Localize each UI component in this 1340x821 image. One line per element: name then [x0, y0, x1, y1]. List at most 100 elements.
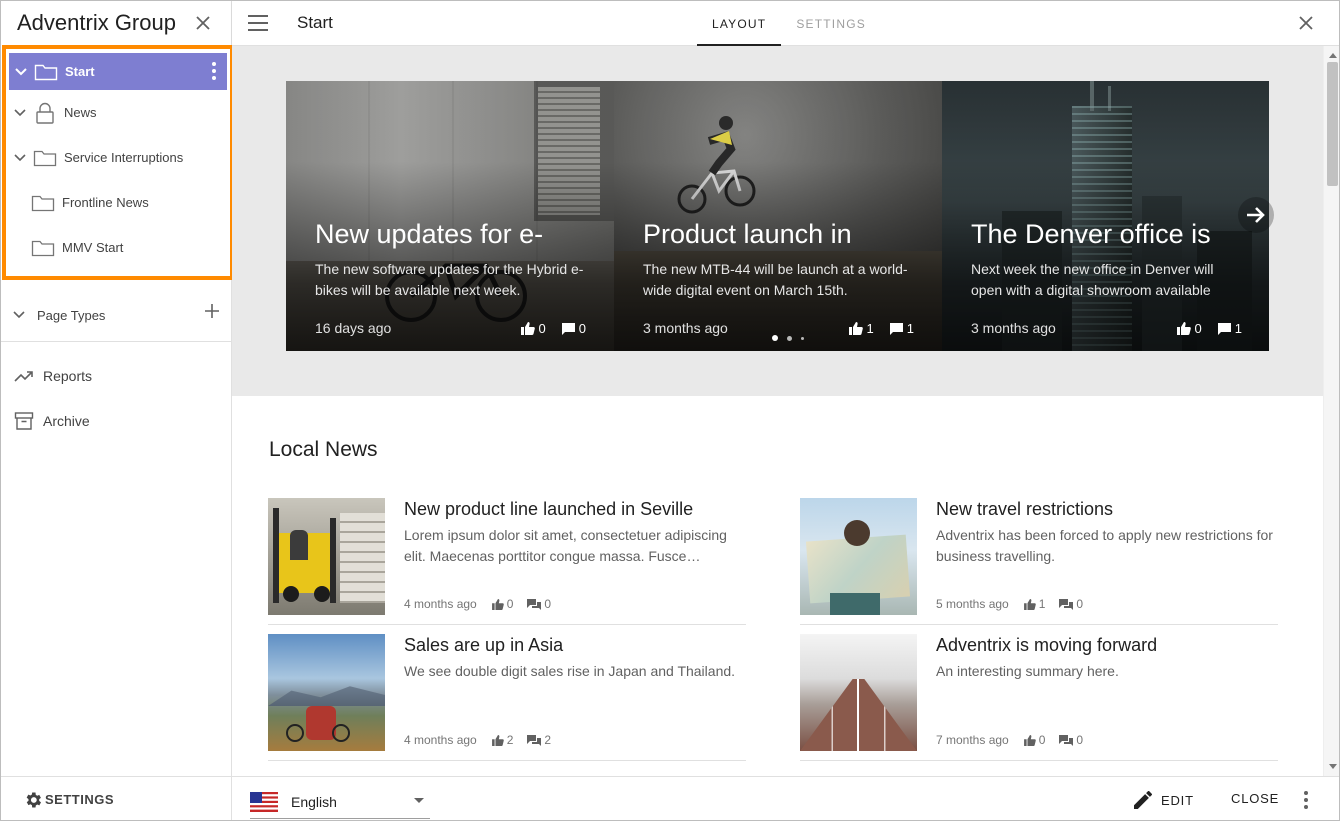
carousel-slide[interactable]: The Denver office is Next week the new o… [942, 81, 1269, 351]
sidebar-close-button[interactable] [191, 11, 215, 35]
thumbs-up-icon[interactable] [491, 734, 504, 746]
tree-item-news[interactable]: News [6, 90, 230, 135]
language-select[interactable]: English [250, 785, 430, 819]
slide-shade [286, 81, 614, 351]
news-item[interactable]: Adventrix is moving forward An interesti… [800, 634, 1278, 761]
thumbs-up-icon[interactable] [1023, 598, 1036, 610]
comment-count: 0 [544, 597, 552, 611]
scroll-up-arrow-icon[interactable] [1329, 53, 1337, 58]
carousel-slide[interactable]: Product launch in The new MTB-44 will be… [614, 81, 942, 351]
tree-item-service-interruptions[interactable]: Service Interruptions [6, 135, 230, 180]
scroll-thumb[interactable] [1327, 62, 1338, 186]
news-thumbnail [800, 634, 917, 751]
sidebar-links: Reports Archive [1, 353, 232, 443]
tree-item-start[interactable]: Start [9, 53, 227, 90]
like-count: 1 [1038, 597, 1046, 611]
news-carousel: New updates for e- The new software upda… [286, 81, 1269, 351]
chevron-down-icon[interactable] [8, 108, 32, 117]
news-item[interactable]: New travel restrictions Adventrix has be… [800, 498, 1278, 625]
comments-icon[interactable] [1059, 598, 1074, 610]
plus-icon [205, 304, 219, 318]
slide-summary: The new software updates for the Hybrid … [315, 261, 584, 298]
sidebar-title: Adventrix Group [17, 10, 176, 35]
tab-layout[interactable]: LAYOUT [697, 1, 782, 46]
slide-shade [942, 81, 1269, 351]
news-thumbnail [800, 498, 917, 615]
tree-item-mmv-start[interactable]: MMV Start [6, 225, 230, 270]
more-options-icon[interactable] [1303, 791, 1309, 809]
carousel-dot[interactable] [801, 336, 804, 340]
vertical-scrollbar[interactable] [1323, 46, 1339, 776]
carousel-next-button[interactable] [1238, 197, 1274, 233]
carousel-slide[interactable]: New updates for e- The new software upda… [286, 81, 614, 351]
news-thumbnail [268, 498, 385, 615]
folder-icon [33, 63, 59, 81]
tree-item-frontline-news[interactable]: Frontline News [6, 180, 230, 225]
carousel-dot[interactable] [772, 335, 778, 341]
news-summary: Lorem ipsum dolor sit amet, consectetuer… [404, 527, 727, 564]
slide-date: 3 months ago [971, 320, 1056, 336]
page-types-section[interactable]: Page Types [1, 289, 232, 342]
sidebar: Adventrix Group Start News Service Inter… [1, 1, 234, 820]
sidebar-item-archive[interactable]: Archive [1, 398, 232, 443]
thumbs-up-icon[interactable] [520, 322, 535, 335]
news-date: 4 months ago [404, 597, 477, 611]
thumbs-up-icon[interactable] [1023, 734, 1036, 746]
comment-icon[interactable] [1217, 322, 1231, 335]
chevron-down-icon[interactable] [8, 153, 32, 162]
tree-item-label: Frontline News [62, 195, 149, 210]
arrow-right-icon [1247, 207, 1265, 223]
sidebar-item-reports[interactable]: Reports [1, 353, 232, 398]
topbar: Start LAYOUT SETTINGS [232, 1, 1339, 46]
app-window: Adventrix Group Start News Service Inter… [0, 0, 1340, 821]
trending-up-icon [13, 369, 35, 383]
comment-icon[interactable] [889, 322, 903, 335]
news-thumbnail [268, 634, 385, 751]
folder-icon [32, 149, 58, 167]
news-meta: 5 months ago 1 0 [936, 597, 1083, 611]
slide-summary: The new MTB-44 will be launch at a world… [643, 261, 908, 298]
close-button[interactable]: CLOSE [1231, 791, 1279, 806]
thumbs-up-icon[interactable] [491, 598, 504, 610]
slide-title: Product launch in [643, 219, 852, 249]
comment-count: 2 [544, 733, 552, 747]
scroll-down-arrow-icon[interactable] [1329, 764, 1337, 769]
news-date: 5 months ago [936, 597, 1009, 611]
comment-icon[interactable] [561, 322, 575, 335]
folder-icon [30, 194, 56, 212]
news-item[interactable]: Sales are up in Asia We see double digit… [268, 634, 746, 761]
hamburger-menu-icon[interactable] [248, 13, 268, 33]
page-tree: Start News Service Interruptions Frontli… [2, 45, 234, 280]
news-title: Adventrix is moving forward [936, 635, 1158, 655]
pencil-icon [1134, 791, 1152, 809]
comments-icon[interactable] [527, 734, 542, 746]
add-page-type-button[interactable] [204, 303, 220, 319]
slide-shade [614, 81, 942, 351]
settings-label: SETTINGS [45, 792, 115, 807]
comment-count: 0 [578, 321, 586, 336]
dropdown-arrow-icon[interactable] [414, 798, 424, 803]
comments-icon[interactable] [1059, 734, 1074, 746]
thumbs-up-icon[interactable] [1176, 322, 1191, 335]
slide-date: 3 months ago [643, 320, 728, 336]
more-options-icon[interactable] [211, 62, 217, 80]
chevron-down-icon[interactable] [9, 67, 33, 76]
language-value: English [291, 793, 337, 810]
tree-item-label: Service Interruptions [64, 150, 184, 165]
news-title: New travel restrictions [936, 499, 1114, 519]
chevron-down-icon[interactable] [13, 311, 29, 319]
edit-button[interactable]: EDIT [1134, 791, 1194, 809]
comment-count: 0 [1076, 733, 1084, 747]
settings-button[interactable]: SETTINGS [1, 776, 232, 820]
close-icon [1299, 16, 1313, 30]
us-flag-icon [250, 791, 278, 812]
close-editor-button[interactable] [1295, 12, 1317, 34]
folder-icon [30, 239, 56, 257]
archive-icon [13, 411, 35, 431]
news-item[interactable]: New product line launched in Seville Lor… [268, 498, 746, 625]
comments-icon[interactable] [527, 598, 542, 610]
carousel-pagination [772, 335, 804, 341]
thumbs-up-icon[interactable] [848, 322, 863, 335]
carousel-dot[interactable] [787, 335, 792, 341]
tab-settings[interactable]: SETTINGS [781, 1, 881, 46]
